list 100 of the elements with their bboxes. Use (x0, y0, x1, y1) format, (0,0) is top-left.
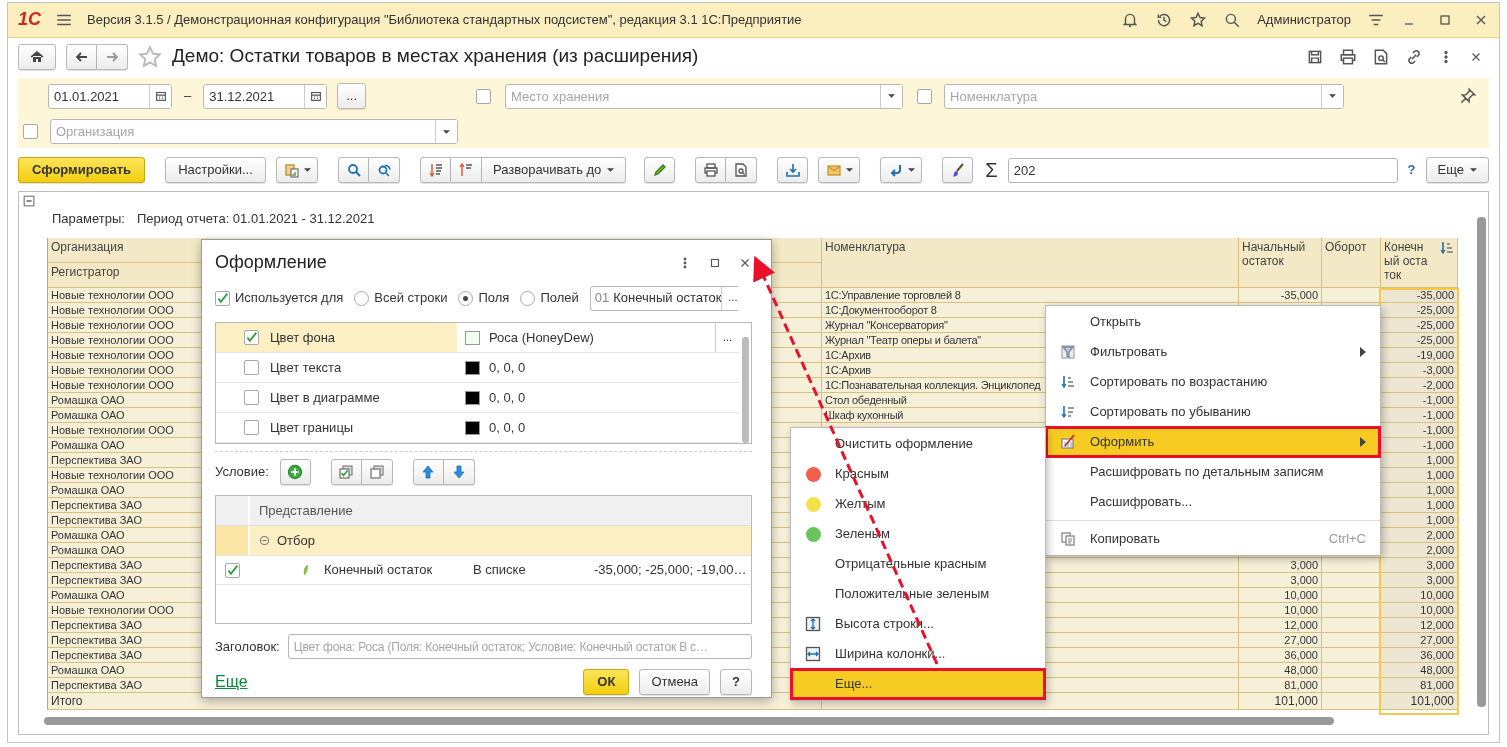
appearance-row[interactable]: Цвет текста 0, 0, 0 (216, 353, 739, 383)
expand-dropdown[interactable]: Разворачивать до (482, 157, 627, 183)
radio-button[interactable] (354, 290, 370, 306)
help-button[interactable]: ? (720, 669, 752, 695)
date-separator: – (184, 88, 192, 104)
edit-button[interactable] (644, 157, 676, 183)
checkbox[interactable] (476, 88, 492, 104)
sum-field[interactable]: 202 (1007, 157, 1398, 183)
caption-field[interactable]: Цвет фона: Роса (Поля: Конечный остаток; Условие: Конечный остаток В с… (288, 635, 751, 658)
dropdown-button[interactable] (1321, 84, 1344, 108)
maximize-icon[interactable] (708, 256, 722, 270)
sort-ascending-icon (1060, 374, 1076, 390)
date-field[interactable]: 01.01.2021 (48, 83, 172, 109)
move-down-button[interactable] (443, 459, 475, 485)
bell-icon[interactable] (1121, 11, 1140, 29)
sort-descending-button[interactable] (420, 157, 451, 183)
home-icon (29, 48, 45, 65)
shortcut-label: Ctrl+C (1328, 531, 1366, 547)
check-all-button[interactable] (330, 459, 362, 485)
dropdown-button[interactable] (435, 120, 457, 143)
preview-button[interactable] (726, 157, 758, 183)
group-row[interactable]: Отбор (216, 526, 751, 555)
ok-button[interactable]: ОК (583, 669, 630, 695)
print-button[interactable] (695, 157, 727, 183)
caret-icon (443, 129, 450, 134)
column-header: Номенклатура (822, 237, 1239, 288)
help-link[interactable]: ? (1407, 162, 1416, 178)
send-button[interactable] (818, 157, 861, 183)
printer-icon[interactable] (1339, 47, 1357, 66)
star-icon[interactable] (1189, 11, 1208, 29)
menu-item[interactable]: Оформить (1046, 427, 1380, 457)
search-button[interactable] (338, 157, 369, 183)
generate-button[interactable]: Сформировать (18, 157, 145, 183)
menu-item[interactable]: Копировать Ctrl+C (1046, 524, 1380, 554)
caret-icon (888, 94, 896, 98)
back-button[interactable] (66, 43, 97, 70)
date-field[interactable]: 31.12.2021 (203, 83, 328, 109)
copies-icon (368, 464, 385, 480)
sort-icon[interactable] (1439, 239, 1455, 256)
parameters-label: Параметры: (52, 211, 125, 227)
paste-button[interactable] (276, 157, 318, 183)
ellipsis-button[interactable]: ... (715, 323, 739, 352)
caret-icon (1329, 94, 1337, 98)
checkmark-icon (216, 291, 229, 305)
link-icon[interactable] (1405, 47, 1423, 66)
radio-button[interactable] (458, 290, 474, 306)
return-button[interactable] (880, 157, 923, 183)
checkbox[interactable] (244, 330, 259, 345)
checkbox[interactable] (225, 562, 240, 578)
more-dropdown[interactable]: Еще (1425, 157, 1489, 183)
printer-icon (702, 162, 719, 178)
checkbox[interactable] (244, 360, 259, 375)
vertical-scrollbar[interactable] (1477, 217, 1486, 707)
menu-item[interactable]: Расшифровать по детальным записям (1046, 457, 1380, 487)
collapse-icon[interactable] (22, 194, 36, 208)
move-up-button[interactable] (412, 459, 444, 485)
uncheck-all-button[interactable] (361, 459, 393, 485)
horizontal-scrollbar[interactable] (44, 717, 1334, 725)
sort-ascending-icon (458, 162, 474, 178)
radio-button[interactable] (520, 290, 536, 306)
envelope-icon (825, 162, 842, 178)
user-name[interactable]: Администратор (1257, 12, 1351, 28)
date-field[interactable]: 01.01.2021 (49, 84, 149, 108)
calendar-icon[interactable] (153, 89, 168, 103)
home-button[interactable] (18, 43, 56, 70)
arrow-down-icon (450, 464, 467, 480)
checkmark-icon (226, 563, 239, 577)
menu-item[interactable]: Расшифровать... (1046, 487, 1380, 517)
dropdown-button[interactable] (880, 84, 903, 108)
arrow-up-icon (420, 464, 437, 480)
settings-button[interactable]: Настройки... (165, 157, 266, 183)
appearance-button[interactable] (942, 157, 974, 183)
search-icon[interactable] (1223, 11, 1242, 29)
period-button[interactable]: ... (337, 83, 367, 109)
menu-item[interactable]: Еще... (791, 669, 1045, 699)
caret-icon (1470, 168, 1477, 172)
cancel-button[interactable]: Отмена (639, 669, 711, 695)
checkmark-icon (245, 331, 258, 344)
checkbox[interactable] (917, 88, 933, 104)
checkbox[interactable] (244, 420, 259, 435)
checkbox[interactable] (244, 390, 259, 405)
save-button[interactable] (777, 157, 809, 183)
sort-ascending-button[interactable] (451, 157, 482, 183)
search-next-button[interactable] (369, 157, 400, 183)
appearance-row[interactable]: Цвет фона Роса (HoneyDew) ... (216, 323, 739, 353)
date-field[interactable]: 31.12.2021 (204, 84, 305, 108)
checkbox[interactable] (23, 124, 38, 139)
checkbox[interactable] (215, 290, 230, 306)
column-header: Оборот (1322, 237, 1381, 288)
calendar-icon[interactable] (308, 89, 323, 103)
add-button[interactable] (279, 459, 311, 485)
field-selector[interactable]: 01 Конечный остаток ... (589, 285, 740, 311)
pin-icon[interactable] (1459, 87, 1477, 105)
collapse-icon[interactable] (258, 534, 271, 547)
appearance-row[interactable]: Цвет границы 0, 0, 0 (216, 413, 739, 443)
preview-icon[interactable] (1372, 47, 1390, 66)
star-icon[interactable] (138, 44, 162, 69)
column-header: Начальный остаток (1239, 237, 1322, 288)
window-title: Версия 3.1.5 / Демонстрационная конфигурация "Библиотека стандартных подсистем", редакция 3.1 1С:Предприятие (87, 12, 802, 28)
appearance-row[interactable]: Цвет в диаграмме 0, 0, 0 (216, 383, 739, 413)
